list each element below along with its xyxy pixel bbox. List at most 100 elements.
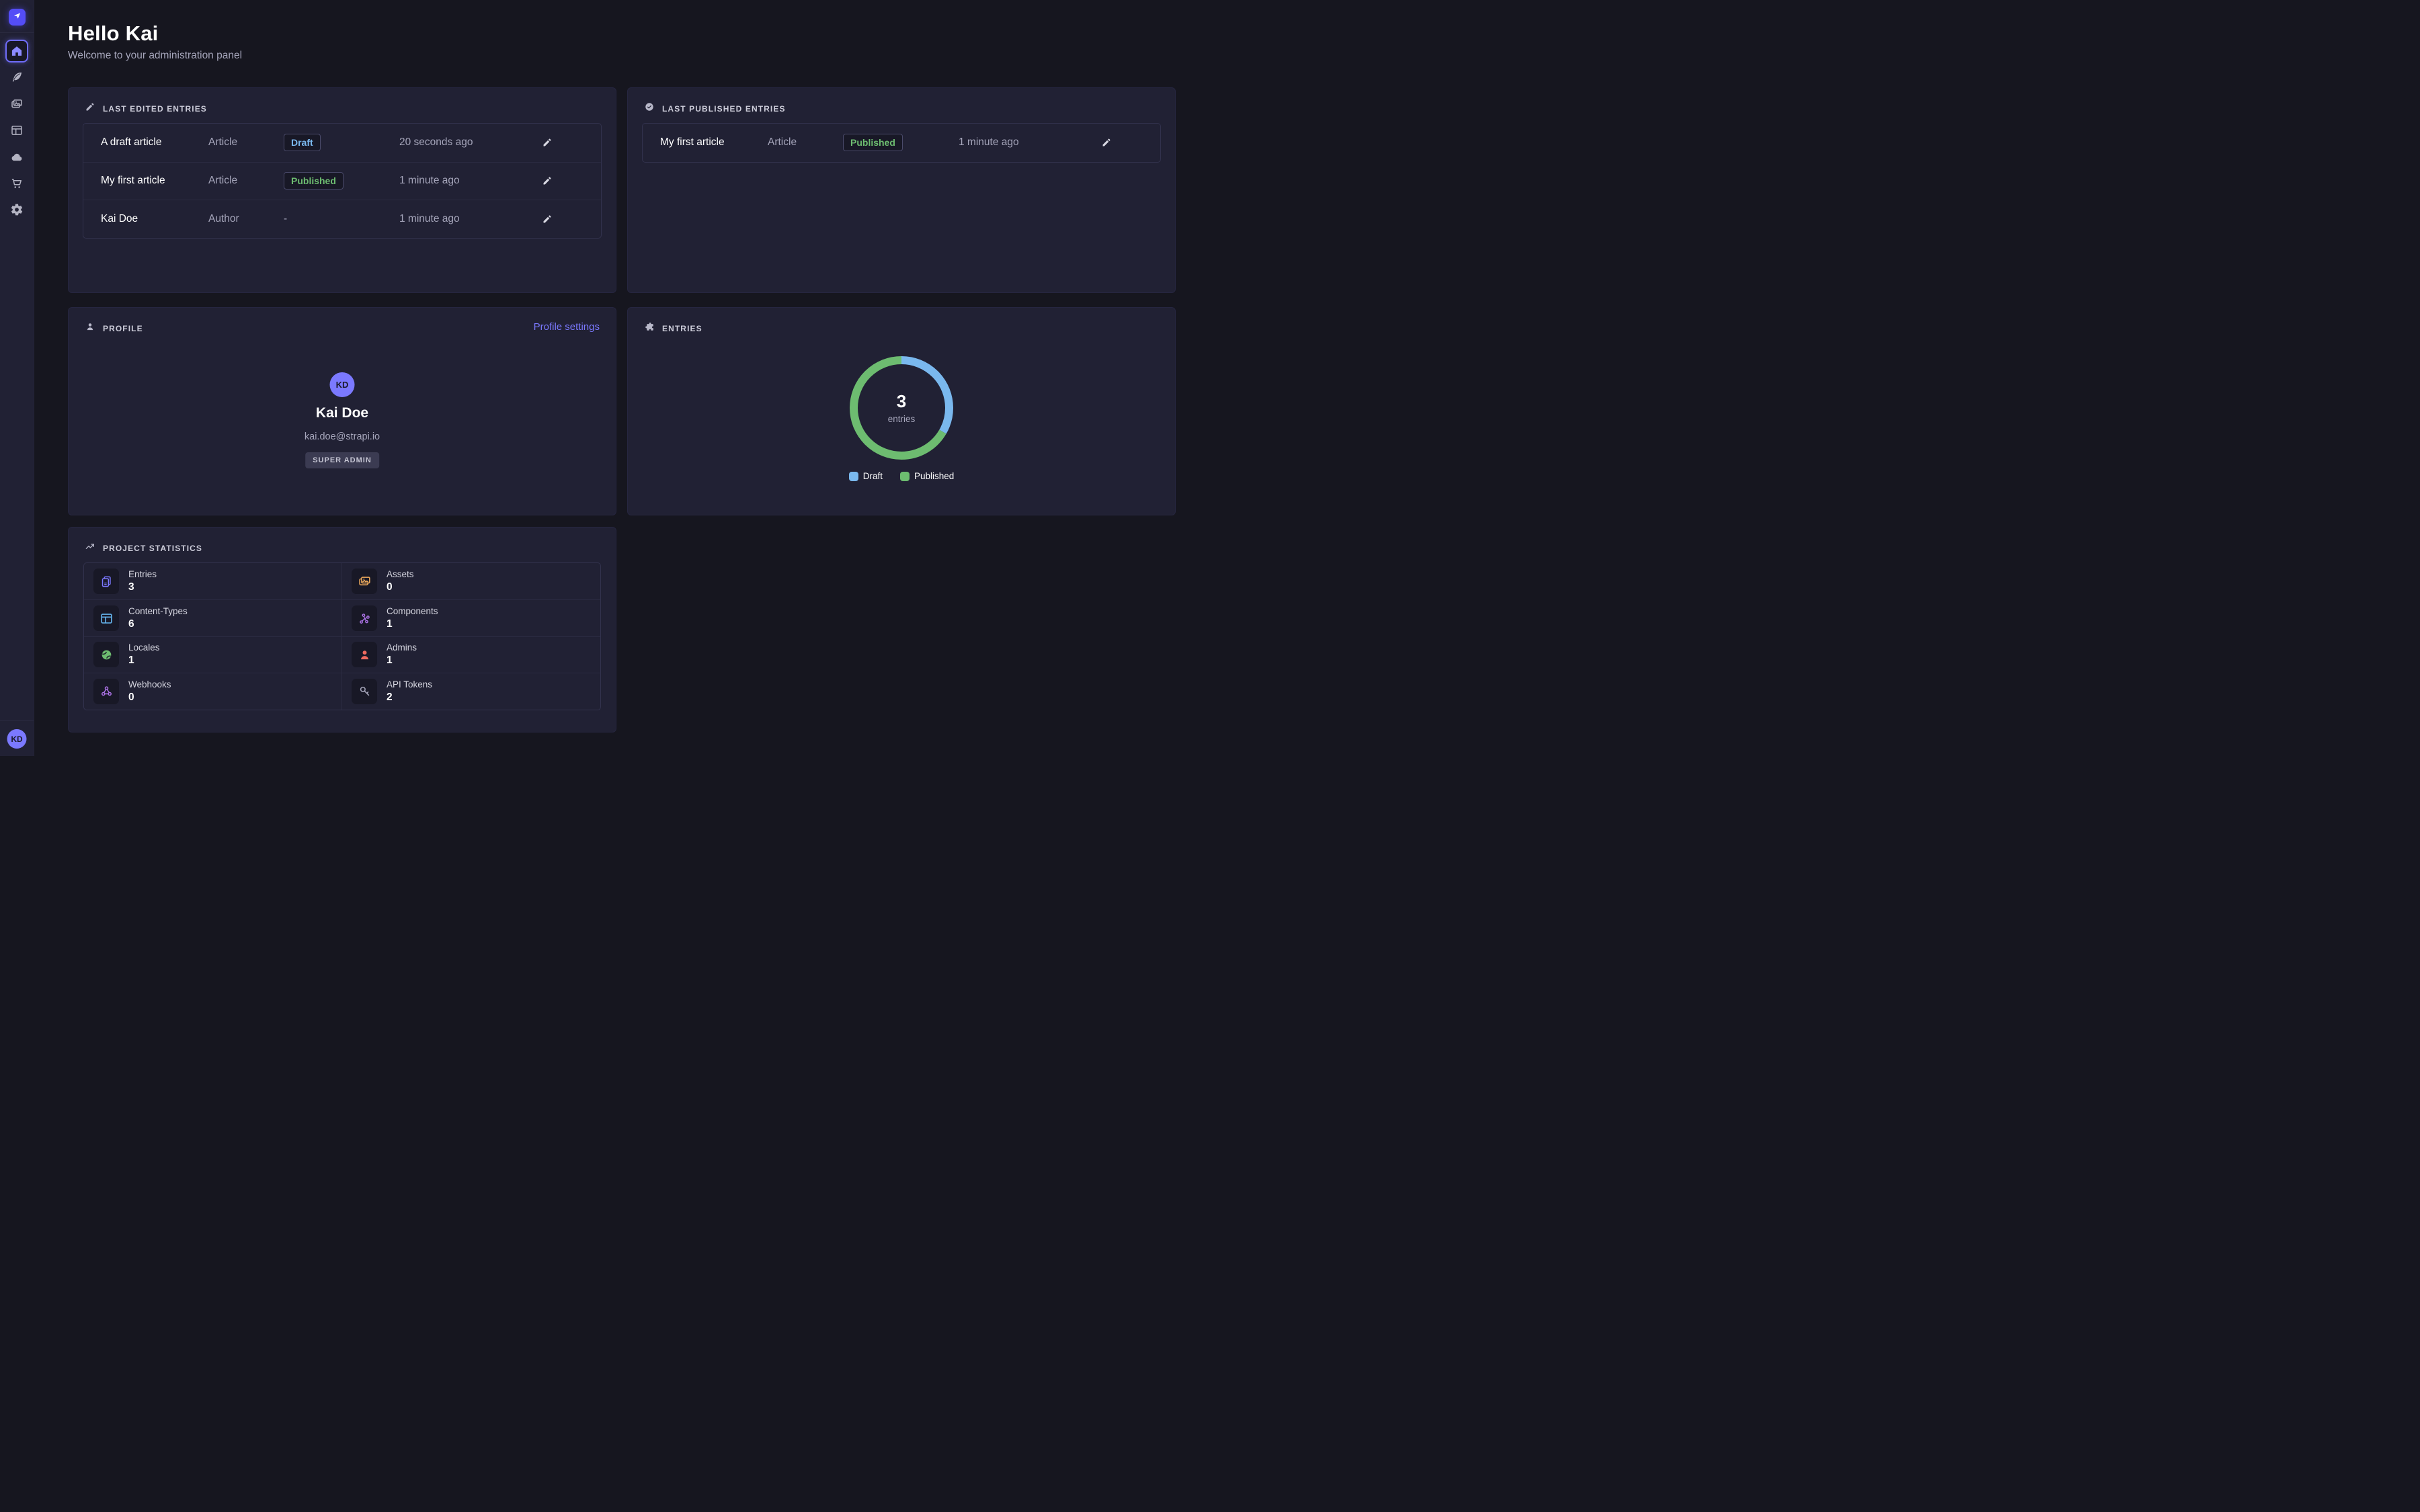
entry-timestamp: 1 minute ago (399, 213, 527, 225)
sidebar-item-settings[interactable] (5, 198, 28, 221)
last-edited-table: A draft articleArticleDraft20 seconds ag… (83, 123, 602, 239)
feather-icon (10, 71, 24, 84)
entry-name: Kai Doe (101, 213, 208, 225)
entry-status: - (284, 213, 399, 225)
sidebar-item-content-manager[interactable] (5, 66, 28, 89)
legend-item-draft: Draft (849, 471, 883, 481)
card-title: PROFILE (103, 324, 143, 333)
legend-color-chip (849, 472, 858, 481)
stat-label: Locales (128, 642, 160, 654)
entry-name: My first article (660, 136, 768, 149)
strapi-dashboard: KD Hello Kai Welcome to your administrat… (0, 0, 1210, 756)
stat-cell-webhooks: Webhooks0 (84, 673, 342, 709)
entries-card: ENTRIES 3 entries DraftPublished (627, 307, 1176, 515)
card-title: PROJECT STATISTICS (103, 544, 202, 553)
stat-value: 2 (387, 691, 432, 704)
stat-text: Admins1 (387, 642, 417, 667)
admins-icon (352, 642, 377, 667)
stat-text: Assets0 (387, 569, 414, 593)
pencil-icon (85, 101, 95, 116)
edit-entry-button[interactable] (1086, 137, 1127, 148)
last-published-entries-card: LAST PUBLISHED ENTRIES My first articleA… (627, 87, 1176, 293)
stat-label: Webhooks (128, 679, 171, 691)
locales-icon (93, 642, 119, 667)
user-icon (85, 321, 95, 335)
stat-text: Entries3 (128, 569, 157, 593)
sidebar-bottom-divider (0, 720, 34, 721)
sidebar-item-cloud[interactable] (5, 146, 28, 169)
legend-label: Draft (863, 471, 883, 481)
stat-value: 0 (128, 691, 171, 704)
sidebar-nav (0, 40, 34, 225)
status-badge: Published (843, 134, 903, 151)
status-badge: Draft (284, 134, 321, 151)
entry-type: Article (208, 175, 284, 187)
last-published-table: My first articleArticlePublished 1 minute… (642, 123, 1161, 163)
page-title: Hello Kai (68, 22, 158, 46)
entry-status-cell: Draft (284, 134, 399, 151)
sidebar-divider (0, 32, 34, 33)
sidebar-item-marketplace[interactable] (5, 172, 28, 195)
legend-color-chip (900, 472, 910, 481)
check-circle-icon (644, 101, 655, 116)
card-title: LAST EDITED ENTRIES (103, 104, 207, 114)
card-title: LAST PUBLISHED ENTRIES (662, 104, 786, 114)
stat-label: Entries (128, 569, 157, 581)
legend-item-published: Published (900, 471, 954, 481)
gear-icon (10, 203, 24, 216)
sidebar: KD (0, 0, 34, 756)
table-row: A draft articleArticleDraft 20 seconds ag… (83, 124, 601, 162)
content-types-icon (93, 605, 119, 631)
edit-entry-button[interactable] (527, 214, 567, 224)
stat-label: Content-Types (128, 606, 188, 618)
sidebar-item-content-type-builder[interactable] (5, 119, 28, 142)
stat-value: 1 (387, 618, 438, 630)
profile-settings-link[interactable]: Profile settings (534, 321, 600, 333)
components-icon (352, 605, 377, 631)
entry-type: Article (768, 136, 843, 149)
profile-card: PROFILE Profile settings KD Kai Doe kai.… (68, 307, 616, 515)
stat-cell-api-tokens: API Tokens2 (342, 673, 600, 709)
stat-cell-locales: Locales1 (84, 636, 342, 673)
entry-name: A draft article (101, 136, 208, 149)
entry-timestamp: 1 minute ago (959, 136, 1086, 149)
stat-value: 6 (128, 618, 188, 630)
stats-grid: Entries3Assets0Content-Types6Components1… (83, 562, 601, 710)
stat-value: 1 (128, 654, 160, 667)
edit-entry-button[interactable] (527, 137, 567, 148)
strapi-logo-icon (12, 11, 22, 24)
entry-type: Author (208, 213, 284, 225)
stat-text: Content-Types6 (128, 606, 188, 630)
entry-timestamp: 20 seconds ago (399, 136, 527, 149)
stat-value: 0 (387, 581, 414, 593)
page-subtitle: Welcome to your administration panel (68, 50, 242, 62)
entry-status-cell: Published (843, 134, 959, 151)
entries-donut-chart: 3 entries (844, 351, 959, 465)
sidebar-item-media-library[interactable] (5, 93, 28, 116)
donut-center: 3 entries (844, 351, 959, 465)
edit-entry-button[interactable] (527, 175, 567, 186)
stat-text: Webhooks0 (128, 679, 171, 704)
entry-status-cell: Published (284, 172, 399, 190)
sidebar-item-home[interactable] (5, 40, 28, 62)
table-row: My first articleArticlePublished 1 minute… (643, 124, 1160, 162)
user-avatar[interactable]: KD (7, 729, 27, 749)
stat-value: 3 (128, 581, 157, 593)
layout-icon (10, 124, 24, 137)
stat-cell-components: Components1 (342, 599, 600, 636)
stat-label: Components (387, 606, 438, 618)
entries-total-label: entries (888, 414, 916, 424)
strapi-logo[interactable] (9, 9, 26, 26)
cloud-icon (10, 151, 24, 164)
home-icon (10, 44, 24, 58)
table-row: My first articleArticlePublished1 minute… (83, 162, 601, 200)
stat-text: API Tokens2 (387, 679, 432, 704)
entry-type: Article (208, 136, 284, 149)
table-row: Kai DoeAuthor-1 minute ago (83, 200, 601, 238)
api-tokens-icon (352, 679, 377, 704)
media-icon (10, 97, 24, 111)
last-edited-entries-card: LAST EDITED ENTRIES A draft articleArtic… (68, 87, 616, 293)
card-header: LAST PUBLISHED ENTRIES (644, 101, 786, 116)
profile-email: kai.doe@strapi.io (69, 431, 616, 442)
stat-value: 1 (387, 654, 417, 667)
